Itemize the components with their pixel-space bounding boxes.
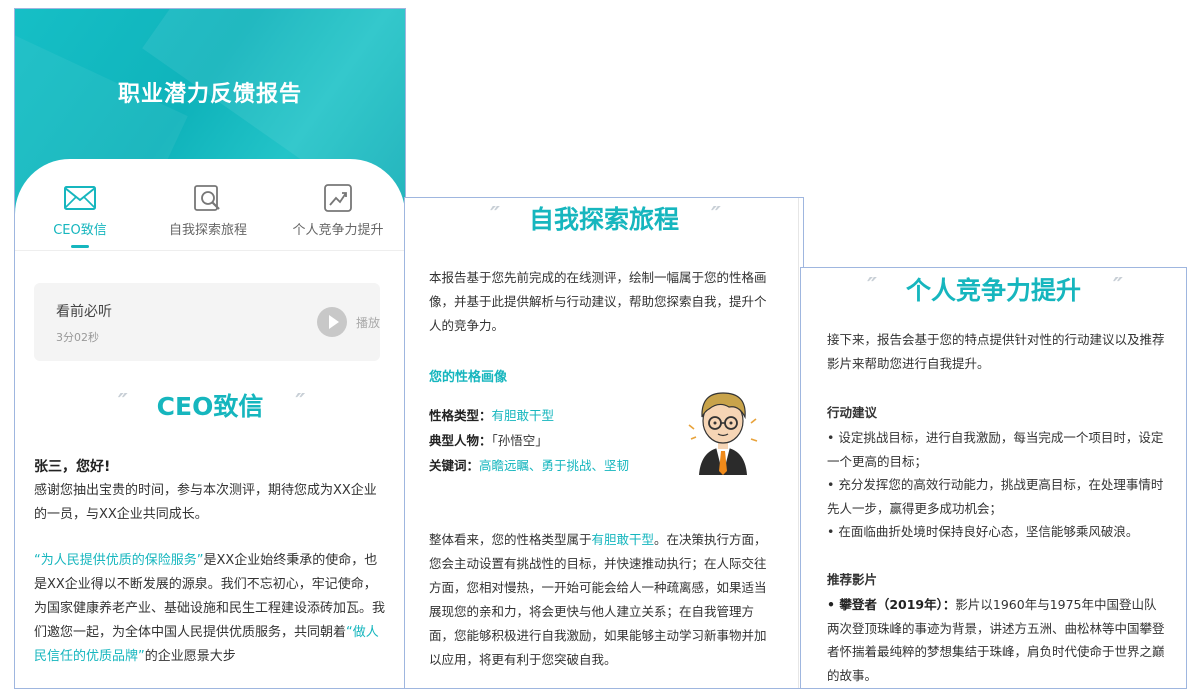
quote-mark-icon: ″ bbox=[867, 274, 877, 300]
letter-paragraph: “为人民提供优质的保险服务”是XX企业始终秉承的使命，也是XX企业得以不断发展的… bbox=[34, 549, 386, 669]
portrait-heading: 您的性格画像 bbox=[429, 370, 508, 385]
magnifier-icon bbox=[194, 185, 220, 211]
tab-ceo-letter[interactable]: CEO致信 bbox=[15, 179, 145, 259]
list-item: • 设定挑战目标，进行自我激励，每当完成一个项目时，设定一个更高的目标； bbox=[827, 430, 1164, 469]
list-item: • 在面临曲折处境时保持良好心态，坚信能够乘风破浪。 bbox=[827, 524, 1139, 539]
action-heading: 行动建议 bbox=[827, 405, 878, 420]
tab-label: 自我探索旅程 bbox=[168, 223, 247, 238]
personality-summary: 性格类型：有胆敢干型 典型人物：「孙悟空」 关键词：高瞻远瞩、勇于挑战、坚韧 bbox=[429, 403, 689, 478]
movie-title: • 攀登者（2019年）： bbox=[827, 597, 956, 612]
person-row: 典型人物：「孙悟空」 bbox=[429, 428, 689, 453]
play-label[interactable]: 播放 bbox=[356, 314, 380, 331]
letter-paragraph: 感谢您抽出宝贵的时间，参与本次测评，期待您成为XX企业的一员，与XX企业共同成长… bbox=[34, 483, 377, 522]
type-value: 有胆敢干型 bbox=[491, 408, 555, 423]
list-item: • 充分发挥您的高效行动能力，挑战更高目标，在处理事情时先人一步，赢得更多成功机… bbox=[827, 477, 1164, 516]
person-value: 「孙悟空」 bbox=[491, 433, 548, 448]
report-home-panel: 职业潜力反馈报告 CEO致信 自我探索旅程 个人竞争力提升 看前必听 3分02秒… bbox=[14, 8, 406, 689]
keywords-value: 高瞻远瞩、勇于挑战、坚韧 bbox=[479, 458, 630, 473]
self-exploration-panel: ″ 自我探索旅程 ″ 本报告基于您先前完成的在线测评，绘制一幅属于您的性格画像，并基… bbox=[404, 197, 804, 689]
character-avatar-icon bbox=[688, 392, 758, 475]
section-title: CEO致信 bbox=[156, 392, 264, 421]
audio-player[interactable]: 看前必听 3分02秒 播放 bbox=[34, 283, 380, 361]
type-row: 性格类型：有胆敢干型 bbox=[429, 403, 689, 428]
tab-label: CEO致信 bbox=[53, 223, 107, 238]
active-tab-indicator bbox=[71, 245, 89, 248]
intro-text: 接下来，报告会基于您的特点提供针对性的行动建议以及推荐影片来帮助您进行自我提升。 bbox=[827, 332, 1165, 371]
tab-label: 个人竞争力提升 bbox=[292, 223, 384, 238]
growth-chart-icon bbox=[324, 184, 352, 212]
ceo-letter-text: 张三，您好! 感谢您抽出宝贵的时间，参与本次测评，期待您成为XX企业的一员，与X… bbox=[34, 455, 386, 669]
type-label: 性格类型： bbox=[429, 408, 492, 423]
type-highlight: 有胆敢干型 bbox=[591, 532, 655, 547]
keywords-row: 关键词：高瞻远瞩、勇于挑战、坚韧 bbox=[429, 453, 689, 478]
tab-divider bbox=[15, 250, 405, 251]
greeting: 张三，您好! bbox=[34, 459, 111, 475]
quote-mark-icon: ″ bbox=[117, 390, 128, 416]
competitiveness-panel: ″ 个人竞争力提升 ″ 接下来，报告会基于您的特点提供针对性的行动建议以及推荐影片来… bbox=[800, 267, 1187, 689]
quote-mark-icon: ″ bbox=[1113, 274, 1123, 300]
envelope-icon bbox=[64, 186, 96, 210]
audio-duration: 3分02秒 bbox=[56, 331, 99, 344]
quote-mark-icon: ″ bbox=[295, 390, 305, 416]
section-heading: ″ 个人竞争力提升 ″ bbox=[801, 271, 1186, 307]
movie-recommendation: • 攀登者（2019年）：影片以1960年与1975年中国登山队两次登顶珠峰的事… bbox=[827, 593, 1167, 687]
section-heading: ″ CEO致信 ″ bbox=[15, 387, 405, 423]
play-icon[interactable] bbox=[317, 307, 347, 337]
quote-mark-icon: ″ bbox=[711, 203, 721, 229]
section-heading: ″ 自我探索旅程 ″ bbox=[405, 200, 803, 236]
movie-heading: 推荐影片 bbox=[827, 572, 878, 587]
audio-title: 看前必听 bbox=[56, 304, 112, 320]
keywords-label: 关键词： bbox=[429, 458, 480, 473]
section-title: 个人竞争力提升 bbox=[905, 276, 1081, 305]
intro-text: 本报告基于您先前完成的在线测评，绘制一幅属于您的性格画像，并基于此提供解析与行动… bbox=[429, 270, 767, 333]
report-title: 职业潜力反馈报告 bbox=[117, 82, 302, 107]
person-label: 典型人物： bbox=[429, 433, 492, 448]
tab-competitiveness[interactable]: 个人竞争力提升 bbox=[271, 179, 405, 259]
mission-quote: “为人民提供优质的保险服务” bbox=[34, 553, 204, 568]
paragraph-text: 。在决策执行方面，您会主动设置有挑战性的目标，并快速推动执行；在人际交往方面，您… bbox=[429, 532, 767, 667]
tab-self-exploration[interactable]: 自我探索旅程 bbox=[143, 179, 273, 259]
summary-paragraph: 整体看来，您的性格类型属于有胆敢干型。在决策执行方面，您会主动设置有挑战性的目标… bbox=[429, 528, 774, 672]
tab-bar: CEO致信 自我探索旅程 个人竞争力提升 bbox=[15, 179, 405, 259]
quote-mark-icon: ″ bbox=[490, 203, 500, 229]
action-list: • 设定挑战目标，进行自我激励，每当完成一个项目时，设定一个更高的目标； • 充… bbox=[827, 426, 1167, 544]
paragraph-text: 的企业愿景大步 bbox=[144, 649, 236, 664]
paragraph-text: 整体看来，您的性格类型属于 bbox=[429, 532, 592, 547]
section-title: 自我探索旅程 bbox=[528, 205, 679, 234]
